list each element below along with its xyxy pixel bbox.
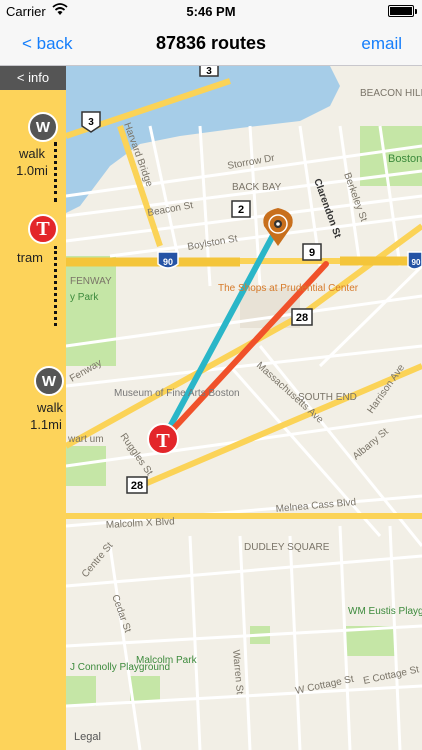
route-shield-3a: 3: [199, 66, 219, 77]
shield-label: 3: [206, 66, 212, 77]
step-distance-label: 1.1mi: [30, 417, 62, 432]
route-connector-dots: [54, 246, 57, 326]
directions-panel: < info W walk 1.0mi T tram W walk 1.1mi: [0, 66, 66, 750]
navigation-bar: < back 87836 routes email: [0, 22, 422, 66]
map-label: BACK BAY: [232, 182, 282, 193]
route-shield-9: 9: [302, 243, 322, 261]
page-title: 87836 routes: [155, 33, 267, 53]
map-label: BEACON HILL: [360, 88, 422, 99]
walk-icon[interactable]: W: [28, 112, 58, 142]
step-mode-label: walk: [36, 400, 63, 415]
map-label: FENWAY: [70, 276, 112, 287]
step-mode-label: tram: [17, 250, 43, 265]
shield-label: 90: [412, 258, 421, 267]
shield-label: 9: [309, 247, 315, 259]
map-label: The Shops at Prudential Center: [218, 283, 359, 294]
shield-label: 2: [238, 204, 244, 216]
interstate-shield-90a: 90: [157, 251, 179, 269]
status-time: 5:46 PM: [186, 4, 236, 19]
malcolm-park: [130, 676, 160, 701]
shield-label: 28: [296, 312, 308, 324]
step-mode-label: walk: [18, 146, 45, 161]
map-label: DUDLEY SQUARE: [244, 542, 330, 553]
walk-icon[interactable]: W: [34, 366, 64, 396]
route-shield-2: 2: [231, 200, 251, 218]
app-screen: Carrier 5:46 PM < back 87836 routes emai…: [0, 0, 422, 750]
route-connector-dots: [54, 142, 57, 202]
tram-station-marker[interactable]: T: [147, 423, 179, 455]
info-button[interactable]: < info: [0, 66, 66, 90]
map-label: wart um: [67, 434, 104, 445]
map-label: y Park: [70, 292, 99, 303]
battery-icon: [388, 5, 417, 17]
map-label: Museum of Fine Arts Boston: [114, 388, 240, 399]
map-label: Boston: [388, 153, 422, 165]
map-label: WM Eustis Playground: [348, 606, 422, 617]
shield-label: 28: [131, 480, 143, 492]
shield-label: 90: [163, 257, 173, 267]
tram-icon: T: [156, 430, 170, 452]
route-shield-28a: 28: [291, 308, 313, 326]
legal-link[interactable]: Legal: [74, 731, 101, 743]
email-button[interactable]: email: [361, 34, 402, 54]
status-bar: Carrier 5:46 PM: [0, 0, 422, 22]
route-shield-28b: 28: [126, 476, 148, 494]
connolly-park: [66, 676, 96, 706]
step-distance-label: 1.0mi: [16, 163, 48, 178]
fens-park: [66, 256, 116, 366]
shield-label: 3: [88, 117, 94, 128]
tram-icon[interactable]: T: [28, 214, 58, 244]
map-label: Malcolm Park: [136, 655, 198, 666]
interstate-shield-90b: 90: [407, 251, 422, 270]
